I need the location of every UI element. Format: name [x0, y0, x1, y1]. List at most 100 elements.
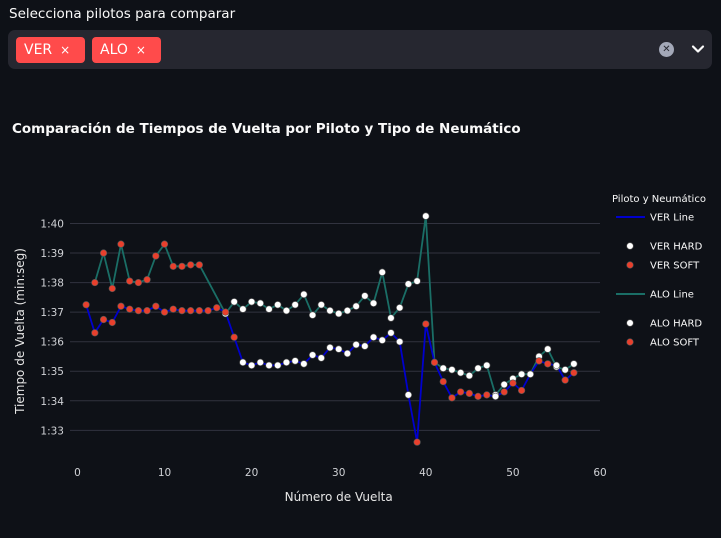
ver-lap-point: [160, 308, 169, 316]
alo-lap-point: [91, 278, 99, 287]
ver-lap-point: [230, 333, 238, 341]
legend-item-label[interactable]: VER Line: [650, 213, 694, 224]
ver-lap-point: [457, 388, 465, 396]
alo-lap-point: [396, 304, 404, 312]
legend-marker-swatch: [626, 242, 634, 250]
ver-lap-point: [361, 342, 369, 350]
alo-lap-point: [187, 261, 195, 269]
ver-lap-point: [465, 389, 473, 398]
alo-lap-point: [561, 366, 569, 374]
y-tick-label: 1:36: [40, 337, 64, 349]
ver-lap-point: [117, 302, 125, 310]
ver-lap-point: [352, 341, 360, 349]
alo-lap-point: [308, 311, 317, 319]
ver-lap-point: [134, 307, 142, 315]
legend-marker-swatch: [626, 338, 634, 346]
ver-lap-point: [169, 305, 177, 313]
alo-lap-point: [256, 299, 264, 307]
ver-lap-point: [474, 392, 482, 400]
legend-item-label[interactable]: VER SOFT: [650, 261, 700, 272]
alo-lap-point: [230, 298, 238, 306]
alo-lap-point: [282, 307, 291, 315]
alo-lap-point: [369, 299, 378, 307]
alo-lap-point: [108, 284, 116, 293]
alo-lap-point: [500, 380, 508, 389]
ver-lap-point: [317, 354, 325, 362]
alo-lap-point: [274, 301, 282, 309]
x-tick-label: 50: [506, 467, 519, 479]
ver-lap-point: [99, 315, 108, 324]
ver-lap-point: [308, 351, 317, 359]
alo-lap-point: [178, 262, 186, 270]
ver-lap-point: [195, 307, 203, 315]
ver-lap-point: [343, 349, 352, 358]
alo-lap-point: [134, 278, 142, 287]
x-tick-label: 20: [245, 467, 258, 479]
alo-lap-point: [457, 369, 465, 377]
alo-lap-point: [291, 301, 299, 309]
ver-lap-point: [239, 358, 247, 366]
ver-lap-point: [439, 377, 447, 386]
alo-lap-point: [195, 261, 203, 269]
alo-lap-point: [343, 307, 352, 315]
ver-lap-point: [518, 386, 526, 395]
legend-item-label[interactable]: VER HARD: [650, 242, 703, 253]
alo-lap-point: [239, 305, 247, 313]
ver-lap-point: [265, 361, 273, 369]
alo-lap-point: [326, 307, 334, 315]
alo-lap-point: [361, 292, 369, 300]
alo-lap-point: [169, 262, 177, 270]
ver-lap-point: [291, 357, 299, 365]
y-tick-label: 1:40: [40, 218, 64, 230]
y-tick-label: 1:34: [40, 396, 64, 408]
alo-lap-point: [248, 298, 256, 306]
alo-lap-point: [160, 240, 169, 248]
ver-lap-point: [561, 376, 569, 384]
alo-lap-point: [387, 314, 395, 322]
alo-lap-point: [465, 372, 473, 380]
ver-lap-point: [221, 308, 230, 316]
ver-lap-point: [448, 394, 456, 402]
ver-lap-point: [396, 338, 404, 346]
legend-item-label[interactable]: ALO Line: [650, 290, 694, 301]
ver-lap-point: [256, 358, 264, 366]
x-axis-title: Número de Vuelta: [285, 490, 393, 504]
ver-lap-point: [387, 329, 395, 337]
alo-lap-point: [544, 345, 552, 353]
alo-lap-point: [335, 310, 343, 318]
ver-lap-point: [483, 391, 491, 399]
alo-lap-point: [413, 277, 421, 285]
alo-lap-point: [570, 360, 578, 368]
x-tick-label: 30: [332, 467, 345, 479]
ver-lap-point: [187, 307, 195, 315]
ver-lap-point: [91, 329, 99, 337]
ver-lap-point: [570, 369, 578, 377]
y-tick-label: 1:38: [40, 278, 64, 290]
alo-lap-point: [439, 364, 447, 372]
ver-lap-point: [509, 379, 517, 387]
ver-lap-point: [526, 370, 534, 378]
ver-lap-point: [422, 320, 430, 328]
alo-lap-point: [474, 364, 482, 372]
ver-lap-point: [326, 344, 334, 352]
alo-lap-point: [317, 301, 325, 309]
alo-lap-point: [404, 280, 412, 288]
legend-item-label[interactable]: ALO SOFT: [650, 338, 700, 349]
ver-lap-point: [143, 307, 151, 315]
x-tick-label: 0: [74, 467, 81, 479]
alo-lap-point: [300, 290, 308, 299]
ver-lap-point: [369, 333, 378, 341]
ver-lap-point: [300, 360, 308, 368]
ver-lap-point: [378, 336, 386, 344]
alo-lap-point: [265, 305, 273, 313]
lap-time-chart: 1:33 1:34 1:35 1:36 1:37 1:38 1:39 1:40 0 10 20 30 4…: [13, 193, 706, 504]
ver-lap-point: [204, 307, 212, 315]
y-tick-label: 1:37: [40, 307, 64, 319]
ver-lap-point: [491, 392, 500, 400]
ver-lap-point: [274, 361, 282, 369]
legend-item-label[interactable]: ALO HARD: [650, 319, 702, 330]
ver-lap-point: [335, 345, 343, 353]
legend-marker-swatch: [626, 319, 634, 327]
ver-lap-point: [152, 302, 160, 310]
alo-lap-point: [126, 277, 134, 285]
